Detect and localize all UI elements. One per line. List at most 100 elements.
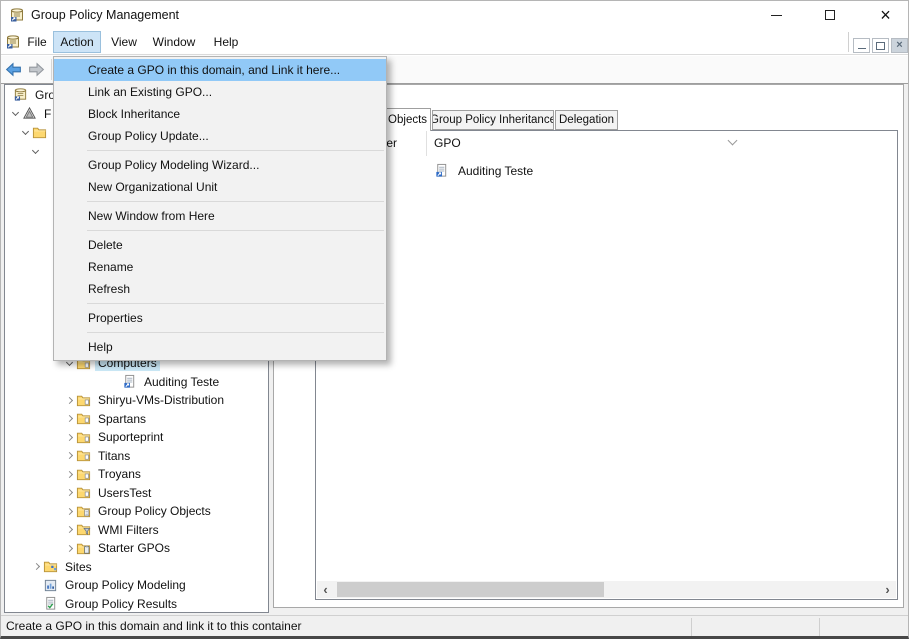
tree-item-label: Troyans (95, 466, 144, 482)
menu-item-create-gpo-link-here[interactable]: Create a GPO in this domain, and Link it… (54, 59, 386, 81)
tree-item-label: Spartans (95, 411, 149, 427)
maximize-button[interactable] (807, 1, 853, 29)
menu-item-delete[interactable]: Delete (54, 234, 386, 256)
sites-folder-icon (43, 559, 58, 574)
menu-item-new-organizational-unit[interactable]: New Organizational Unit (54, 176, 386, 198)
chevron-collapsed-icon[interactable] (62, 509, 76, 514)
scroll-right-arrow-icon[interactable]: › (879, 581, 896, 598)
ou-folder-icon (76, 411, 91, 426)
menu-item-group-policy-modeling-wizard[interactable]: Group Policy Modeling Wizard... (54, 154, 386, 176)
menu-window[interactable]: Window (147, 31, 201, 53)
tree-item-wmi-filters[interactable]: WMI Filters (5, 521, 268, 540)
ou-folder-icon (76, 393, 91, 408)
menu-item-help[interactable]: Help (54, 336, 386, 358)
menu-item-properties[interactable]: Properties (54, 307, 386, 329)
minimize-icon (771, 15, 782, 16)
close-icon: × (880, 7, 891, 23)
ou-folder-icon (76, 448, 91, 463)
chevron-expanded-icon[interactable] (18, 131, 32, 134)
gpo-name: Auditing Teste (458, 164, 533, 178)
tree-item-auditing-teste[interactable]: Auditing Teste (5, 373, 268, 392)
tab-delegation[interactable]: Delegation (555, 110, 618, 130)
scroll-left-arrow-icon[interactable]: ‹ (317, 581, 334, 598)
results-icon (43, 596, 58, 611)
gpo-folder-icon (76, 504, 91, 519)
tree-item-titans[interactable]: Titans (5, 447, 268, 466)
column-gpo[interactable]: GPO (427, 131, 897, 156)
gpo-row-auditing-teste[interactable]: Auditing Teste (316, 161, 897, 180)
menu-file[interactable]: File (19, 31, 55, 53)
starter-gpo-folder-icon (76, 541, 91, 556)
gpo-link-icon (122, 374, 137, 389)
menu-item-link-existing-gpo[interactable]: Link an Existing GPO... (54, 81, 386, 103)
status-separator (819, 618, 820, 636)
tree-item-label: WMI Filters (95, 522, 162, 538)
tree-item-troyans[interactable]: Troyans (5, 465, 268, 484)
ou-folder-icon (76, 467, 91, 482)
child-minimize-button[interactable] (853, 38, 870, 53)
console-scroll-icon (13, 87, 28, 102)
tree-item-shiryu-vms-distribution[interactable]: Shiryu-VMs-Distribution (5, 391, 268, 410)
close-button[interactable]: × (861, 1, 909, 29)
ou-folder-icon (76, 485, 91, 500)
tree-item-group-policy-modeling[interactable]: Group Policy Modeling (5, 576, 268, 595)
chevron-collapsed-icon[interactable] (62, 472, 76, 477)
chevron-collapsed-icon[interactable] (62, 416, 76, 421)
menu-item-rename[interactable]: Rename (54, 256, 386, 278)
chevron-collapsed-icon[interactable] (62, 398, 76, 403)
menu-help[interactable]: Help (207, 31, 245, 53)
menubar-separator (848, 32, 849, 52)
menu-item-block-inheritance[interactable]: Block Inheritance (54, 103, 386, 125)
menu-action[interactable]: Action (53, 31, 101, 53)
tree-item-label: Auditing Teste (141, 374, 222, 390)
window-title: Group Policy Management (31, 1, 179, 29)
chevron-collapsed-icon[interactable] (62, 546, 76, 551)
child-close-button[interactable]: × (891, 38, 908, 53)
status-separator (691, 618, 692, 636)
chevron-expanded-icon[interactable] (62, 362, 76, 365)
back-arrow-icon[interactable] (4, 61, 23, 78)
maximize-icon (825, 10, 835, 20)
tree-item-label: Group Policy Objects (95, 503, 214, 519)
child-restore-button[interactable] (872, 38, 889, 53)
tree-item-starter-gpos[interactable]: Starter GPOs (5, 539, 268, 558)
horizontal-scrollbar[interactable]: ‹ › (317, 581, 896, 598)
tree-item-spartans[interactable]: Spartans (5, 410, 268, 429)
tree-item-group-policy-objects[interactable]: Group Policy Objects (5, 502, 268, 521)
menu-separator (87, 332, 384, 333)
scrollbar-thumb[interactable] (337, 582, 604, 597)
menu-view[interactable]: View (105, 31, 143, 53)
menu-bar: File Action View Window Help × (1, 29, 908, 55)
forward-arrow-icon[interactable] (27, 61, 46, 78)
forest-icon (22, 106, 37, 121)
tree-item-label: UsersTest (95, 485, 154, 501)
tree-item-sites[interactable]: Sites (5, 558, 268, 577)
menu-separator (87, 303, 384, 304)
ou-folder-icon (76, 430, 91, 445)
chevron-collapsed-icon[interactable] (62, 453, 76, 458)
tab-group-policy-inheritance[interactable]: Group Policy Inheritance (432, 110, 554, 130)
chevron-collapsed-icon[interactable] (29, 564, 43, 569)
menu-item-group-policy-update[interactable]: Group Policy Update... (54, 125, 386, 147)
child-restore-icon (876, 42, 885, 50)
chevron-collapsed-icon[interactable] (62, 435, 76, 440)
tree-item-label (42, 151, 48, 153)
chevron-expanded-icon[interactable] (8, 112, 22, 115)
tree-item-userstest[interactable]: UsersTest (5, 484, 268, 503)
menu-item-refresh[interactable]: Refresh (54, 278, 386, 300)
chevron-collapsed-icon[interactable] (62, 490, 76, 495)
tree-item-suporteprint[interactable]: Suporteprint (5, 428, 268, 447)
chevron-expanded-icon[interactable] (28, 150, 42, 153)
tree-item-label: Titans (95, 448, 133, 464)
menu-separator (87, 230, 384, 231)
menu-separator (87, 201, 384, 202)
tree-item-group-policy-results[interactable]: Group Policy Results (5, 595, 268, 614)
status-text: Create a GPO in this domain and link it … (6, 616, 301, 637)
minimize-button[interactable] (753, 1, 799, 29)
folder-icon (32, 125, 47, 140)
tree-item-label: Sites (62, 559, 95, 575)
child-minimize-icon (858, 48, 866, 49)
menu-item-new-window-from-here[interactable]: New Window from Here (54, 205, 386, 227)
modeling-icon (43, 578, 58, 593)
chevron-collapsed-icon[interactable] (62, 527, 76, 532)
